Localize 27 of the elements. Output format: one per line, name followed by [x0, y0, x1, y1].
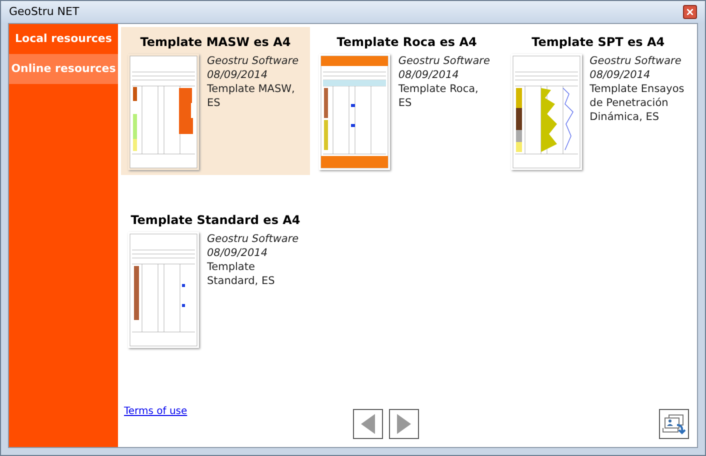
template-title: Template Roca es A4	[336, 34, 478, 51]
template-author: Geostru Software	[590, 54, 682, 68]
close-icon	[687, 9, 693, 15]
template-author: Geostru Software	[398, 54, 491, 68]
right-triangle-icon	[397, 414, 411, 434]
template-title: Template MASW es A4	[139, 34, 292, 51]
previous-button[interactable]	[353, 409, 383, 439]
left-triangle-icon	[361, 414, 375, 434]
window-title: GeoStru NET	[9, 4, 80, 20]
template-description: Template MASW, ES	[207, 82, 296, 110]
template-title: Template SPT es A4	[530, 34, 666, 51]
import-button[interactable]	[659, 409, 689, 439]
terms-link[interactable]: Terms of use	[124, 406, 188, 417]
cards-arrow-icon	[662, 413, 686, 435]
template-description: Template Ensayos de Penetración Dinámica, ES	[590, 82, 686, 124]
template-date: 08/09/2014	[590, 68, 652, 82]
template-title: Template Standard es A4	[130, 212, 302, 229]
template-date: 08/09/2014	[207, 68, 269, 82]
template-card[interactable]: Template MASW es A4 Geostru Software 08/09/2014 Template MASW, ES	[121, 27, 310, 175]
template-date: 08/09/2014	[207, 246, 269, 260]
template-description: Template Roca, ES	[398, 82, 480, 110]
close-button[interactable]	[683, 5, 697, 19]
template-date: 08/09/2014	[398, 68, 460, 82]
template-description: Template Standard, ES	[207, 260, 276, 288]
template-author: Geostru Software	[207, 54, 300, 68]
next-button[interactable]	[389, 409, 419, 439]
template-author: Geostru Software	[207, 232, 300, 246]
